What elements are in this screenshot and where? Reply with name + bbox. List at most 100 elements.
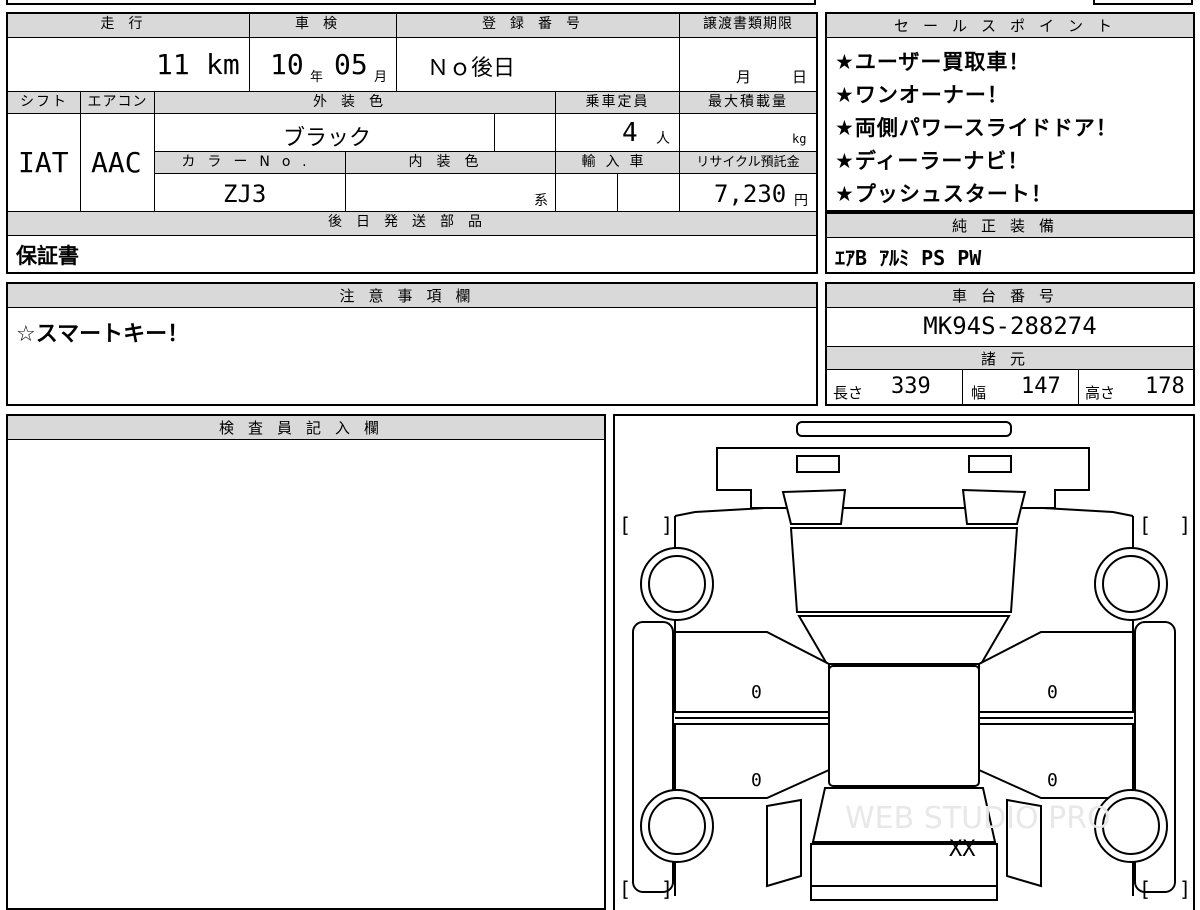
fog-right xyxy=(968,455,1012,473)
mileage-cell: 11 km xyxy=(8,38,250,92)
car-diagram: WEB STUDIO PRO 0 0 0 0 XX [ ] [ ] [ ] [ … xyxy=(619,421,1191,901)
capacity-cell: 4 人 xyxy=(556,114,680,152)
later-parts-label: 後日発送部品 xyxy=(8,212,816,236)
bracket-rl-open: [ xyxy=(619,877,631,901)
mark-front-door-right: 0 xyxy=(1047,682,1058,703)
roof xyxy=(828,665,980,787)
capacity-label: 乗車定員 xyxy=(556,92,680,114)
spec-width-cell: 幅 147 xyxy=(963,370,1079,404)
sales-point-5: ★プッシュスタート！ xyxy=(835,182,1053,206)
aircon-cell: AAC xyxy=(81,114,155,212)
headlamp-right xyxy=(961,488,1027,525)
top-strip-right xyxy=(1093,0,1193,5)
vehicle-info-table: 走行 車検 登録番号 譲渡書類期限 11 km 10 年 05 月 Ｎｏ後日 月… xyxy=(6,12,818,274)
headlamp-left xyxy=(781,488,847,525)
exterior-color-label: 外装色 xyxy=(155,92,556,114)
bracket-fr-open: [ xyxy=(1139,513,1151,537)
spec-height-value: 178 xyxy=(1145,374,1185,399)
interior-color-label: 内装色 xyxy=(346,152,556,174)
exterior-color-value: ブラック xyxy=(283,126,372,151)
mark-rear-door-left: 0 xyxy=(751,770,762,791)
mark-front-door-left: 0 xyxy=(751,682,762,703)
recycle-deposit-label: リサイクル預託金 xyxy=(680,152,816,174)
capacity-value: 4 xyxy=(622,118,638,148)
color-number-label: カラーNo. xyxy=(155,152,346,174)
spec-width-value: 147 xyxy=(1021,374,1061,399)
inspection-month-unit: 月 xyxy=(374,70,388,85)
registration-label: 登録番号 xyxy=(397,14,680,38)
fog-left xyxy=(796,455,840,473)
shift-value: IAT xyxy=(18,146,69,179)
inspection-cell: 10 年 05 月 xyxy=(250,38,397,92)
spec-height-label: 高さ xyxy=(1085,384,1116,402)
shift-label: シフト xyxy=(8,92,81,114)
inspection-year-unit: 年 xyxy=(310,70,324,85)
interior-color-unit: 系 xyxy=(534,193,548,209)
spec-width-label: 幅 xyxy=(971,384,987,402)
notes-value: ☆スマートキー！ xyxy=(16,322,190,347)
mileage-unit: km xyxy=(206,48,240,81)
sales-point-2: ★ワンオーナー！ xyxy=(835,83,1009,107)
equipment-header: 純正装備 xyxy=(827,214,1193,238)
top-strip xyxy=(6,0,816,5)
transfer-day-unit: 日 xyxy=(792,68,808,86)
spec-length-value: 339 xyxy=(891,374,931,399)
sales-points-header: セールスポイント xyxy=(827,14,1193,38)
chassis-number-header: 車台番号 xyxy=(827,284,1193,308)
max-load-label: 最大積載量 xyxy=(680,92,816,114)
mark-tailgate: XX xyxy=(949,837,976,862)
color-number-value: ZJ3 xyxy=(223,180,267,208)
recycle-deposit-cell: 7,230 円 xyxy=(680,174,816,212)
inspector-box: 検査員記入欄 xyxy=(6,414,606,910)
sales-point-1: ★ユーザー買取車！ xyxy=(835,50,1031,74)
wheel-rear-right-inner xyxy=(1102,797,1160,855)
mark-rear-door-right: 0 xyxy=(1047,770,1058,791)
exterior-color-extra-cell xyxy=(495,114,556,152)
spec-length-label: 長さ xyxy=(833,384,864,402)
bracket-fr-close: ] xyxy=(1179,513,1191,537)
specs-header: 諸元 xyxy=(827,346,1193,370)
aircon-value: AAC xyxy=(91,146,142,179)
inspection-month: 05 xyxy=(334,48,368,81)
registration-cell: Ｎｏ後日 xyxy=(397,38,680,92)
import-cell-a xyxy=(556,174,618,212)
later-parts-value: 保証書 xyxy=(16,244,79,268)
exterior-color-cell: ブラック xyxy=(155,114,495,152)
registration-value: Ｎｏ後日 xyxy=(427,56,516,81)
max-load-cell: kg xyxy=(680,114,816,152)
front-bumper-top xyxy=(796,421,1012,437)
wheel-rear-left-inner xyxy=(648,797,706,855)
equipment-box: 純正装備 ｴｱB ｱﾙﾐ PS PW xyxy=(825,212,1195,274)
spec-length-cell: 長さ 339 xyxy=(827,370,963,404)
front-bumper xyxy=(716,447,1090,509)
import-label: 輸入車 xyxy=(556,152,680,174)
aircon-label: エアコン xyxy=(81,92,155,114)
transfer-month-unit: 月 xyxy=(736,68,752,86)
notes-header: 注意事項欄 xyxy=(8,284,816,308)
transfer-deadline-label: 譲渡書類期限 xyxy=(680,14,816,38)
sales-points-box: セールスポイント ★ユーザー買取車！ ★ワンオーナー！ ★両側パワースライドドア… xyxy=(825,12,1195,212)
interior-color-cell: 系 xyxy=(346,174,556,212)
chassis-specs-box: 車台番号 MK94S-288274 諸元 長さ 339 幅 147 高さ 178 xyxy=(825,282,1195,406)
windshield xyxy=(797,615,1011,665)
bonnet xyxy=(789,527,1019,613)
watermark: WEB STUDIO PRO xyxy=(845,801,1111,836)
capacity-unit: 人 xyxy=(656,131,670,147)
notes-box: 注意事項欄 ☆スマートキー！ xyxy=(6,282,818,406)
car-diagram-box: WEB STUDIO PRO 0 0 0 0 XX [ ] [ ] [ ] [ … xyxy=(613,414,1195,910)
mileage-value: 11 xyxy=(156,48,190,81)
max-load-unit: kg xyxy=(792,132,807,146)
bracket-rl-close: ] xyxy=(661,877,673,901)
rear-bumper-top xyxy=(810,885,998,901)
transfer-deadline-cell: 月 日 xyxy=(680,38,816,92)
wheel-front-right-inner xyxy=(1102,555,1160,613)
wheel-front-left-inner xyxy=(648,555,706,613)
sales-point-3: ★両側パワースライドドア！ xyxy=(835,116,1118,140)
color-number-cell: ZJ3 xyxy=(155,174,346,212)
sales-point-4: ★ディーラーナビ！ xyxy=(835,149,1030,173)
bracket-rr-close: ] xyxy=(1179,877,1191,901)
recycle-deposit-value: 7,230 xyxy=(714,180,787,208)
import-cell-b xyxy=(618,174,680,212)
bracket-rr-open: [ xyxy=(1139,877,1151,901)
spec-height-cell: 高さ 178 xyxy=(1079,370,1193,404)
